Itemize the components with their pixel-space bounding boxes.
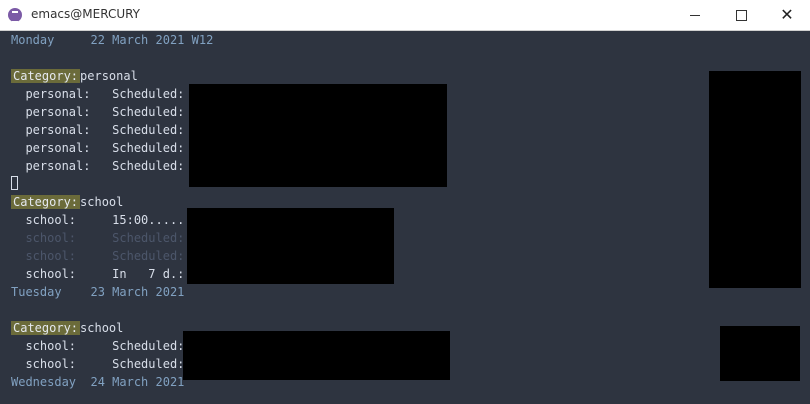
category-header-school: Category: school xyxy=(11,319,123,337)
agenda-item[interactable]: personal: Scheduled: xyxy=(11,103,184,121)
redaction-block xyxy=(189,84,447,187)
category-header-school: Category: school xyxy=(11,193,123,211)
day-header-monday: Monday 22 March 2021 W12 xyxy=(11,33,214,47)
redaction-block xyxy=(709,71,801,288)
agenda-item[interactable]: personal: Scheduled: xyxy=(11,139,184,157)
redaction-block xyxy=(187,208,394,284)
redaction-block xyxy=(183,331,450,380)
minimize-button[interactable] xyxy=(672,0,718,30)
category-label: Category: xyxy=(11,321,81,335)
emacs-icon xyxy=(8,8,22,23)
category-name: personal xyxy=(80,69,138,83)
agenda-item[interactable]: school: 15:00...... xyxy=(11,211,191,229)
day-header-tuesday: Tuesday 23 March 2021 xyxy=(11,285,185,299)
close-icon: ✕ xyxy=(780,5,794,24)
category-header-personal: Category: personal xyxy=(11,67,138,85)
agenda-item[interactable]: school: Scheduled: xyxy=(11,337,184,355)
category-label: Category: xyxy=(11,195,81,209)
agenda-item[interactable]: personal: Scheduled: xyxy=(11,157,184,175)
maximize-button[interactable] xyxy=(718,0,764,30)
maximize-icon xyxy=(735,9,747,21)
close-button[interactable]: ✕ xyxy=(764,0,810,30)
category-label: Category: xyxy=(11,69,81,83)
category-name: school xyxy=(80,321,124,335)
text-cursor xyxy=(11,176,18,190)
agenda-item-done[interactable]: school: Scheduled: xyxy=(11,229,184,247)
agenda-buffer[interactable]: Monday 22 March 2021 W12 Category: person… xyxy=(0,31,810,404)
title-bar: emacs@MERCURY ✕ xyxy=(0,0,810,31)
window-title: emacs@MERCURY xyxy=(31,7,141,21)
agenda-item-done[interactable]: school: Scheduled: xyxy=(11,247,184,265)
minimize-icon xyxy=(690,14,700,16)
agenda-item[interactable]: personal: Scheduled: xyxy=(11,85,184,103)
agenda-item[interactable]: school: Scheduled: xyxy=(11,355,184,373)
agenda-item[interactable]: personal: Scheduled: xyxy=(11,121,184,139)
redaction-block xyxy=(720,326,800,381)
agenda-item[interactable]: school: In 7 d.: xyxy=(11,265,184,283)
day-header-wednesday: Wednesday 24 March 2021 xyxy=(11,375,185,389)
category-name: school xyxy=(80,195,124,209)
